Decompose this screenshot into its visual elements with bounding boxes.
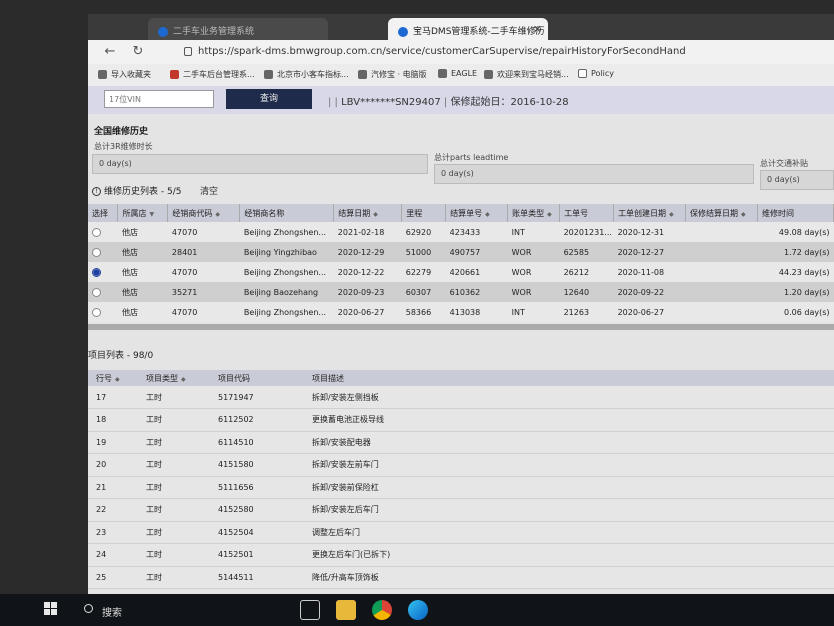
bookmark-icon — [438, 69, 447, 78]
sort-icon: ◆ — [547, 210, 552, 218]
col-settle-no[interactable]: 结算单号 ◆ — [445, 204, 509, 222]
refresh-icon[interactable]: ↻ — [130, 44, 146, 60]
table-row[interactable]: 23 工时 4152504 调整左后车门 — [88, 521, 834, 544]
col-item-type[interactable]: 项目类型 ◆ — [138, 370, 210, 386]
table-row[interactable]: 19 工时 6114510 拆卸/安装配电器 — [88, 431, 834, 454]
table-row[interactable]: 18 工时 6112502 更换蓄电池正极导线 — [88, 408, 834, 432]
page-icon — [578, 69, 587, 78]
table-row[interactable]: 他店 47070 Beijing Zhongshen... 2021-02-18… — [88, 222, 834, 242]
col-mileage: 里程 — [401, 204, 447, 222]
bookmark-icon — [264, 70, 273, 79]
search-icon — [84, 604, 93, 613]
bookmark-icon — [484, 70, 493, 79]
col-dealer-name: 经销商名称 — [239, 204, 335, 222]
lock-icon — [184, 47, 192, 56]
bookmark-item[interactable]: 欢迎来到宝马经销... — [484, 69, 569, 80]
table-row[interactable]: 22 工时 4152580 拆卸/安装左后车门 — [88, 498, 834, 522]
bookmarks-bar: 导入收藏夹 二手车后台管理系... 北京市小客车指标... 汽修宝 · 电脑版 … — [88, 64, 834, 86]
bookmark-item[interactable]: Policy — [578, 69, 614, 78]
sort-icon: ◆ — [215, 210, 221, 218]
sort-icon: ◆ — [373, 210, 378, 218]
sort-icon: ◆ — [181, 375, 186, 383]
col-item-code: 项目代码 — [210, 370, 304, 386]
table-row[interactable]: 他店 35271 Beijing Baozehang 2020-09-23 60… — [88, 282, 834, 302]
col-bill-type[interactable]: 账单类型 ◆ — [507, 204, 561, 222]
bmw-favicon-icon — [398, 26, 408, 37]
history-table-header: 选择 所属店 ▼ 经销商代码 ◆ 经销商名称 结算日期 ◆ 里程 结算单号 ◆ 账单类型… — [88, 204, 834, 222]
col-item-desc: 项目描述 — [304, 370, 834, 386]
bookmark-item[interactable]: 北京市小客车指标... — [264, 69, 349, 80]
url-field[interactable]: https://spark-dms.bmwgroup.com.cn/servic… — [180, 43, 820, 61]
items-table: 行号 ◆ 项目类型 ◆ 项目代码 项目描述 17 工时 5171947 拆卸/安装左侧挡板… — [88, 370, 834, 589]
back-arrow-icon[interactable]: ← — [102, 44, 118, 60]
search-bar: 查询 | | LBV*******SN29407 | 保修起始日：2016-10… — [88, 86, 834, 114]
col-repair-time: 维修时间 — [757, 204, 834, 222]
file-explorer-icon[interactable] — [336, 600, 356, 620]
sort-icon: ◆ — [741, 210, 746, 218]
section-title: 全国维修历史 — [94, 127, 149, 137]
row-radio-selected[interactable] — [92, 267, 101, 277]
col-settle-date[interactable]: 结算日期 ◆ — [333, 204, 403, 222]
clear-button[interactable]: 清空 — [200, 184, 218, 197]
edge-icon[interactable] — [408, 600, 428, 620]
windows-start-icon[interactable] — [44, 602, 58, 616]
tab-close-icon[interactable]: ✕ — [533, 23, 542, 36]
bookmark-icon — [358, 70, 367, 79]
table-row[interactable]: 17 工时 5171947 拆卸/安装左侧挡板 — [88, 386, 834, 409]
bookmark-item[interactable]: EAGLE — [438, 69, 477, 78]
app-page: 查询 | | LBV*******SN29407 | 保修起始日：2016-10… — [88, 86, 834, 606]
warranty-start: 保修起始日：2016-10-28 — [450, 97, 569, 108]
col-order-no: 工单号 — [559, 204, 615, 222]
horizontal-scrollbar[interactable] — [88, 324, 834, 330]
col-line-no[interactable]: 行号 ◆ — [88, 370, 138, 386]
parts-leadtime-label: 总计parts leadtime — [434, 153, 509, 162]
table-row[interactable]: 他店 47070 Beijing Zhongshen... 2020-06-27… — [88, 302, 834, 322]
col-dealer-code[interactable]: 经销商代码 ◆ — [167, 204, 241, 222]
items-table-header: 行号 ◆ 项目类型 ◆ 项目代码 项目描述 — [88, 370, 834, 386]
table-row[interactable]: 25 工时 5144511 降低/升高车顶饰板 — [88, 566, 834, 589]
task-view-icon[interactable] — [300, 600, 320, 620]
parts-leadtime-value: 0 day(s) — [434, 164, 754, 184]
row-radio[interactable] — [92, 247, 101, 257]
bookmark-item[interactable]: 导入收藏夹 — [98, 69, 151, 80]
history-list-header: ! 维修历史列表 - 5/5 — [92, 184, 181, 197]
taskbar: 搜索 — [0, 594, 834, 626]
table-row[interactable]: 21 工时 5111656 拆卸/安装前保险杠 — [88, 476, 834, 499]
transport-label: 总计交通补贴 — [760, 159, 808, 168]
total-3r-value: 0 day(s) — [92, 154, 428, 174]
col-warranty-date[interactable]: 保修结算日期 ◆ — [685, 204, 758, 222]
screen: 二手车业务管理系统 宝马DMS管理系统-二手车维修历 ✕ ← ↻ https:/… — [0, 0, 834, 626]
sort-icon: ◆ — [115, 375, 120, 383]
row-radio[interactable] — [92, 227, 101, 237]
col-select: 选择 — [88, 204, 119, 222]
items-list-header: !项目列表 - 98/0 — [88, 348, 153, 361]
query-button[interactable]: 查询 — [226, 89, 312, 109]
bookmark-item[interactable]: 汽修宝 · 电脑版 — [358, 69, 427, 80]
row-radio[interactable] — [92, 287, 101, 297]
table-row[interactable]: 他店 28401 Beijing Yingzhibao 2020-12-29 5… — [88, 242, 834, 262]
table-row-selected[interactable]: 他店 47070 Beijing Zhongshen... 2020-12-22… — [88, 262, 834, 282]
total-3r-label: 总计3R维修时长 — [94, 142, 153, 151]
taskbar-search[interactable]: 搜索 — [78, 598, 228, 622]
row-radio[interactable] — [92, 307, 101, 317]
vin-info: | | LBV*******SN29407 | 保修起始日：2016-10-28 — [328, 97, 569, 108]
table-row[interactable]: 20 工时 4151580 拆卸/安装左前车门 — [88, 453, 834, 477]
history-table: 选择 所属店 ▼ 经销商代码 ◆ 经销商名称 结算日期 ◆ 里程 结算单号 ◆ 账单类型… — [88, 204, 834, 322]
sort-icon: ◆ — [485, 210, 490, 218]
dropdown-icon: ▼ — [149, 210, 155, 218]
info-icon: ! — [92, 187, 101, 196]
col-order-created[interactable]: 工单创建日期 ◆ — [613, 204, 687, 222]
col-store[interactable]: 所属店 ▼ — [117, 204, 169, 222]
chrome-icon[interactable] — [372, 600, 392, 620]
tab-favicon-icon — [158, 26, 168, 37]
sort-icon: ◆ — [669, 210, 674, 218]
vin-input[interactable] — [104, 90, 214, 108]
bookmark-item[interactable]: 二手车后台管理系... — [170, 69, 255, 80]
vin-value: LBV*******SN29407 — [341, 97, 441, 108]
bookmark-icon — [170, 70, 179, 79]
table-row[interactable]: 24 工时 4152501 更换左后车门(已拆下) — [88, 543, 834, 567]
transport-value: 0 day(s) — [760, 170, 834, 190]
import-icon — [98, 70, 107, 79]
address-bar: ← ↻ https://spark-dms.bmwgroup.com.cn/se… — [88, 40, 834, 64]
